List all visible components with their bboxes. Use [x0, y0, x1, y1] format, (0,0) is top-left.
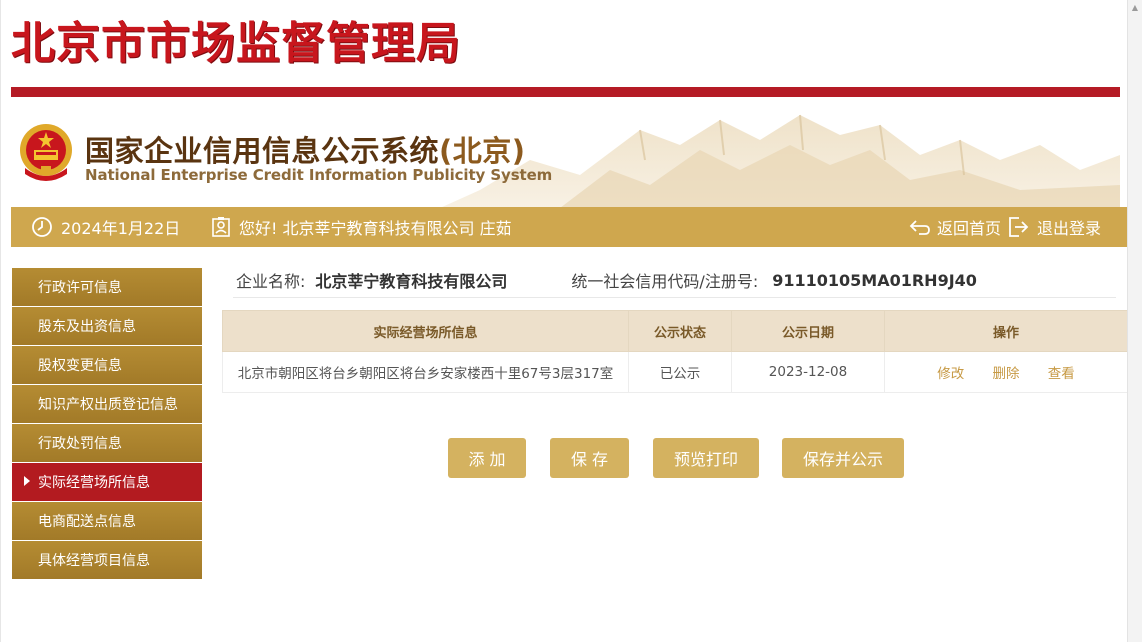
sidebar-item-label: 行政许可信息: [38, 280, 122, 296]
user-icon: [212, 217, 230, 237]
company-name-label: 企业名称:: [236, 272, 306, 291]
view-link[interactable]: 查看: [1048, 366, 1075, 382]
clock-icon: [32, 217, 52, 237]
sidebar-item-shareholders[interactable]: 股东及出资信息: [12, 307, 202, 345]
vertical-scrollbar[interactable]: ▲: [1127, 0, 1142, 642]
cell-actions: 修改 删除 查看: [884, 351, 1128, 393]
header-red-bar: [11, 87, 1120, 97]
sidebar-item-ecommerce-delivery[interactable]: 电商配送点信息: [12, 502, 202, 540]
info-bar: 2024年1月22日 您好! 北京莘宁教育科技有限公司 庄茹 返回首页 退出登录: [11, 207, 1128, 247]
home-link-label: 返回首页: [937, 219, 1002, 238]
sidebar-item-admin-license[interactable]: 行政许可信息: [12, 268, 202, 306]
mountain-background-image: [440, 114, 1120, 208]
cell-address: 北京市朝阳区将台乡朝阳区将台乡安家楼西十里67号3层317室: [222, 351, 629, 393]
preview-print-button[interactable]: 预览打印: [653, 438, 759, 478]
sidebar-item-label: 行政处罚信息: [38, 436, 122, 452]
date-display: 2024年1月22日: [31, 207, 180, 247]
sidebar-nav: 行政许可信息 股东及出资信息 股权变更信息 知识产权出质登记信息 行政处罚信息 …: [12, 268, 202, 580]
sidebar-item-label: 知识产权出质登记信息: [38, 397, 178, 413]
user-greeting: 您好! 北京莘宁教育科技有限公司 庄茹: [211, 207, 512, 247]
sidebar-item-equity-change[interactable]: 股权变更信息: [12, 346, 202, 384]
system-title-region: (北京): [439, 134, 526, 168]
sidebar-item-label: 股权变更信息: [38, 358, 122, 374]
company-info: 企业名称: 北京莘宁教育科技有限公司 统一社会信用代码/注册号: 9111010…: [236, 268, 977, 292]
system-banner: 国家企业信用信息公示系统(北京) National Enterprise Cre…: [11, 100, 1120, 208]
divider: [233, 297, 1116, 298]
credit-code-value: 91110105MA01RH9J40: [772, 270, 977, 290]
column-header-date: 公示日期: [731, 310, 885, 352]
column-header-actions: 操作: [884, 310, 1128, 352]
delete-link[interactable]: 删除: [993, 366, 1020, 382]
column-header-premises: 实际经营场所信息: [222, 310, 629, 352]
sidebar-item-label: 具体经营项目信息: [38, 553, 150, 569]
system-title-en: National Enterprise Credit Information P…: [85, 166, 553, 184]
cell-date: 2023-12-08: [731, 351, 885, 393]
column-header-status: 公示状态: [628, 310, 732, 352]
national-emblem-icon: [20, 124, 72, 181]
edit-link[interactable]: 修改: [937, 366, 964, 382]
logout-icon: [1009, 217, 1029, 237]
sidebar-item-label: 电商配送点信息: [38, 514, 136, 530]
page: 北京市市场监督管理局 国家企业信用信息公示系统(北京) National Ent…: [0, 0, 1129, 642]
cell-status: 已公示: [628, 351, 732, 393]
logout-link-label: 退出登录: [1037, 219, 1102, 238]
system-title-cn: 国家企业信用信息公示系统(北京): [85, 128, 526, 170]
credit-code-label: 统一社会信用代码/注册号:: [571, 272, 759, 291]
scroll-up-icon[interactable]: ▲: [1128, 0, 1142, 14]
sidebar-item-label: 实际经营场所信息: [38, 475, 150, 491]
save-and-publish-button[interactable]: 保存并公示: [782, 438, 904, 478]
return-icon: [909, 220, 930, 235]
date-text: 2024年1月22日: [61, 219, 181, 238]
logout-link[interactable]: 退出登录: [1007, 207, 1101, 247]
table-row: 北京市朝阳区将台乡朝阳区将台乡安家楼西十里67号3层317室 已公示 2023-…: [222, 351, 1128, 393]
sidebar-item-business-premises[interactable]: 实际经营场所信息: [12, 463, 202, 501]
premises-table: 实际经营场所信息 公示状态 公示日期 操作 北京市朝阳区将台乡朝阳区将台乡安家楼…: [222, 310, 1128, 393]
home-link[interactable]: 返回首页: [909, 207, 1001, 247]
greeting-text: 您好! 北京莘宁教育科技有限公司 庄茹: [239, 219, 512, 238]
company-name-value: 北京莘宁教育科技有限公司: [315, 272, 508, 291]
system-title-main: 国家企业信用信息公示系统: [85, 134, 440, 168]
sidebar-item-business-items[interactable]: 具体经营项目信息: [12, 541, 202, 579]
save-button[interactable]: 保 存: [550, 438, 629, 478]
bureau-title: 北京市市场监督管理局: [11, 18, 461, 69]
sidebar-item-admin-penalty[interactable]: 行政处罚信息: [12, 424, 202, 462]
sidebar-item-ip-pledge[interactable]: 知识产权出质登记信息: [12, 385, 202, 423]
add-button[interactable]: 添 加: [448, 438, 526, 478]
active-arrow-icon: [24, 476, 30, 486]
sidebar-item-label: 股东及出资信息: [38, 319, 136, 335]
table-header-row: 实际经营场所信息 公示状态 公示日期 操作: [222, 310, 1128, 352]
